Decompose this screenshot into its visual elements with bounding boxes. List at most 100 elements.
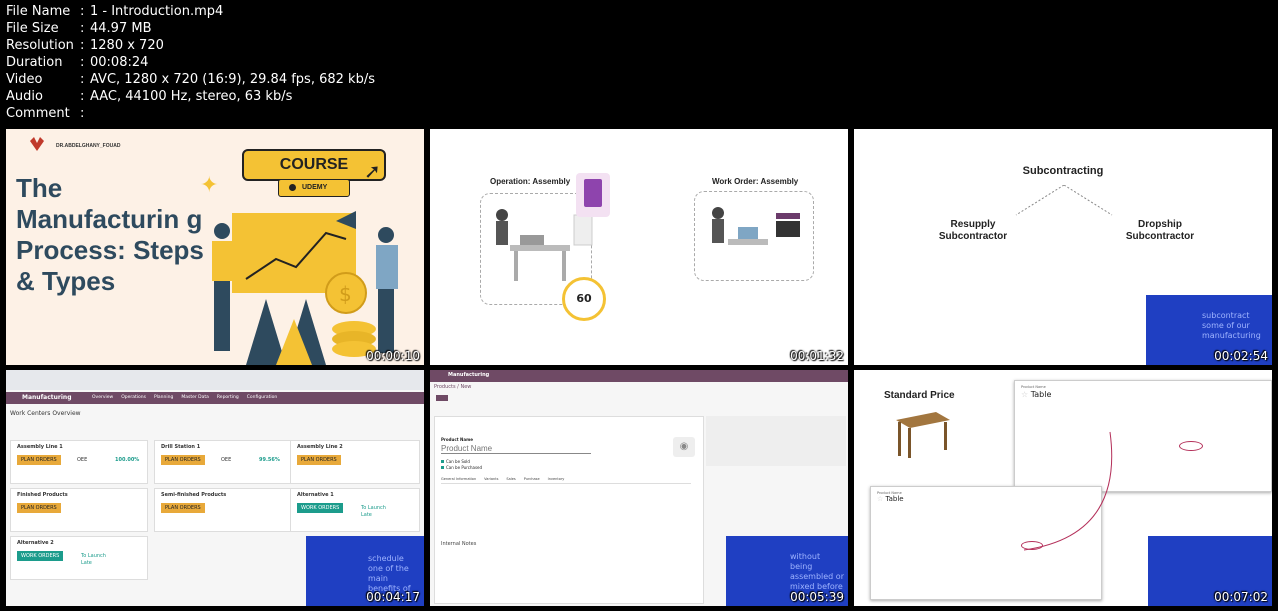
chatter (706, 416, 846, 466)
plan-orders-button[interactable]: PLAN ORDERS (161, 455, 205, 465)
resupply-label: Resupply Subcontractor (938, 219, 1008, 242)
thumbnail-4[interactable]: Manufacturing Overview Operations Planning… (6, 370, 424, 606)
product-name-input[interactable] (441, 443, 591, 454)
to-launch-link[interactable]: To Launch (361, 505, 386, 511)
timestamp: 00:04:17 (366, 590, 420, 604)
nav-menu: Overview Operations Planning Master Data Rep… (92, 395, 285, 400)
timestamp: 00:07:02 (1214, 590, 1268, 604)
thumbnail-6[interactable]: Standard Price Product Name ☆ Table Prod… (854, 370, 1272, 606)
work-center-card[interactable]: Assembly Line 2 PLAN ORDERS (290, 440, 420, 484)
info-row: Comment: (6, 105, 375, 122)
info-separator: : (80, 55, 85, 70)
work-center-card[interactable]: Alternative 1 WORK ORDERS To Launch Late (290, 488, 420, 532)
thumbnail-3[interactable]: Subcontracting Resupply Subcontractor Dr… (854, 129, 1272, 365)
form-tab[interactable]: Sales (506, 477, 515, 481)
dropship-label: Dropship Subcontractor (1125, 219, 1195, 242)
nav-item[interactable]: Configuration (247, 395, 278, 400)
nav-item[interactable]: Planning (154, 395, 173, 400)
thumbnail-1[interactable]: DR.ABDELGHANY_FOUAD The Manufacturin g P… (6, 129, 424, 365)
work-center-card[interactable]: Finished Products PLAN ORDERS (10, 488, 148, 532)
work-order-label: Work Order: Assembly (712, 177, 799, 186)
product-name: ☆ Table (1021, 390, 1052, 399)
link-arrow (1024, 431, 1113, 551)
work-orders-button[interactable]: WORK ORDERS (17, 551, 64, 561)
can-be-purchased-checkbox[interactable]: Can be Purchased (441, 465, 482, 470)
oee-value: 99.56% (259, 457, 280, 463)
info-value: 00:08:24 (90, 55, 149, 70)
work-center-card[interactable]: Assembly Line 1 PLAN ORDERS OEE 100.00% (10, 440, 148, 484)
work-order-illustration (704, 199, 814, 275)
info-row: File Name:1 - Introduction.mp4 (6, 3, 375, 20)
can-be-sold-label: Can be Sold (446, 459, 470, 464)
card-title: Assembly Line 2 (297, 444, 343, 450)
plan-orders-button[interactable]: PLAN ORDERS (297, 455, 341, 465)
to-launch-link[interactable]: To Launch (81, 553, 106, 559)
save-button[interactable] (436, 395, 448, 401)
form-tab[interactable]: Variants (484, 477, 498, 481)
info-value: AVC, 1280 x 720 (16:9), 29.84 fps, 682 k… (90, 72, 375, 87)
nav-item[interactable]: Overview (92, 395, 113, 400)
info-key: Resolution (6, 38, 74, 53)
slide-title: The Manufacturin g Process: Steps & Type… (16, 173, 204, 296)
plan-orders-button[interactable]: PLAN ORDERS (17, 455, 61, 465)
info-row: Resolution:1280 x 720 (6, 37, 375, 54)
info-separator: : (80, 106, 85, 121)
info-row: File Size:44.97 MB (6, 20, 375, 37)
nav-item[interactable]: Reporting (217, 395, 239, 400)
card-title: Alternative 1 (297, 492, 334, 498)
form-tab[interactable]: Purchase (524, 477, 540, 481)
nav-item[interactable]: Master Data (181, 395, 209, 400)
sparkle-icon: ✦ (200, 173, 219, 198)
info-row: Duration:00:08:24 (6, 54, 375, 71)
can-be-sold-checkbox[interactable]: Can be Sold (441, 459, 470, 464)
tab-underline (441, 483, 691, 484)
branch-lines (1015, 185, 1113, 216)
product-name-text: Table (885, 495, 904, 503)
plan-orders-button[interactable]: PLAN ORDERS (17, 503, 61, 513)
late-link[interactable]: Late (361, 512, 372, 518)
oee-label: OEE (221, 457, 232, 463)
table-icon (896, 412, 950, 458)
form-tab[interactable]: General Information (441, 477, 476, 481)
camera-icon: ◉ (673, 437, 695, 457)
info-value: 1 - Introduction.mp4 (90, 4, 224, 19)
browser-bar (6, 370, 424, 390)
info-key: Duration (6, 55, 63, 70)
thumbnail-2[interactable]: Operation: Assembly 60 Work Order: Assem… (430, 129, 848, 365)
late-link[interactable]: Late (81, 560, 92, 566)
form-tabs: General Information Variants Sales Purchase… (441, 477, 572, 481)
card-title: Assembly Line 1 (17, 444, 63, 450)
nav-item[interactable]: Operations (121, 395, 146, 400)
work-center-card[interactable]: Alternative 2 WORK ORDERS To Launch Late (10, 536, 148, 580)
caption-text: subcontract some of our manufacturing (1202, 311, 1261, 340)
oee-value: 100.00% (115, 457, 140, 463)
udemy-label: UDEMY (302, 184, 328, 191)
cost-circle (1179, 441, 1203, 451)
info-separator: : (80, 89, 85, 104)
work-center-card[interactable]: Semi-finished Products PLAN ORDERS (154, 488, 292, 532)
info-value: AAC, 44100 Hz, stereo, 63 kb/s (90, 89, 293, 104)
operation-label: Operation: Assembly (490, 177, 571, 186)
info-key: Comment (6, 106, 70, 121)
page-title: Work Centers Overview (10, 410, 81, 417)
card-title: Semi-finished Products (161, 492, 227, 498)
brand-name: DR.ABDELGHANY_FOUAD (56, 143, 121, 149)
udemy-badge: UDEMY (278, 179, 350, 197)
internal-notes-label: Internal Notes (441, 541, 477, 547)
info-separator: : (80, 4, 85, 19)
form-tab[interactable]: Inventory (548, 477, 565, 481)
work-center-card[interactable]: Drill Station 1 PLAN ORDERS OEE 99.56% (154, 440, 292, 484)
app-name: Manufacturing (448, 372, 490, 378)
info-value: 44.97 MB (90, 21, 152, 36)
timestamp: 00:01:32 (790, 349, 844, 363)
plan-orders-button[interactable]: PLAN ORDERS (161, 503, 205, 513)
document-icon (576, 173, 610, 217)
timer-icon: 60 (562, 277, 606, 321)
brand-logo (30, 137, 44, 153)
info-row: Audio: AAC, 44100 Hz, stereo, 63 kb/s (6, 88, 375, 105)
timer-value: 60 (576, 292, 592, 305)
product-name: ☆ Table (877, 495, 904, 503)
info-row: Video: AVC, 1280 x 720 (16:9), 29.84 fps,… (6, 71, 375, 88)
thumbnail-5[interactable]: Manufacturing Products / New Product Nam… (430, 370, 848, 606)
work-orders-button[interactable]: WORK ORDERS (297, 503, 344, 513)
